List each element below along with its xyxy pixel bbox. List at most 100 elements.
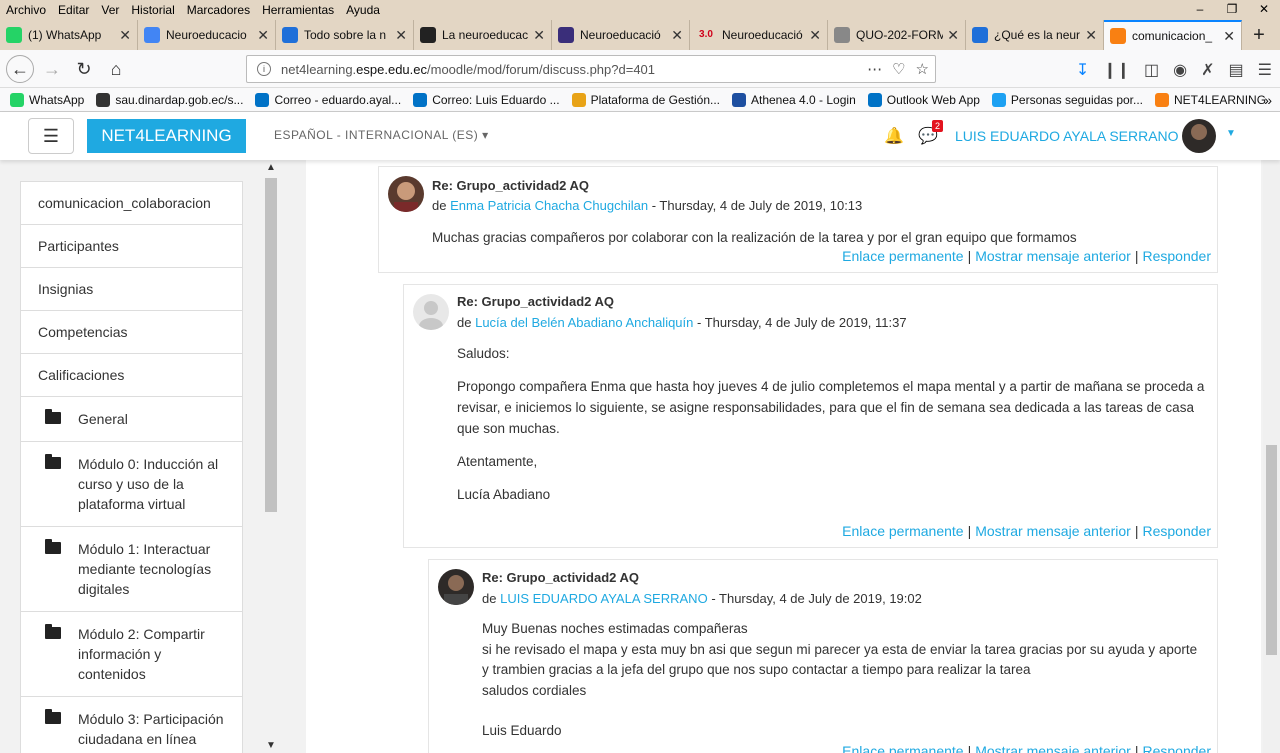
bookmark-item[interactable]: Personas seguidas por... (991, 92, 1143, 107)
page-scrollbar[interactable] (1263, 160, 1280, 753)
post-byline: de LUIS EDUARDO AYALA SERRANO - Thursday… (482, 591, 922, 606)
site-info-icon[interactable]: i (257, 62, 271, 76)
account-icon[interactable]: ◉ (1173, 60, 1187, 80)
browser-tab[interactable]: (1) WhatsApp ✕ (0, 20, 138, 50)
pocket-icon[interactable]: ♡ (892, 60, 905, 78)
bookmark-item[interactable]: Plataforma de Gestión... (571, 92, 720, 107)
author-avatar[interactable] (438, 569, 474, 605)
bookmark-item[interactable]: Correo - eduardo.ayal... (255, 92, 401, 107)
close-tab-icon[interactable]: ✕ (1085, 27, 1097, 44)
menu-ayuda[interactable]: Ayuda (340, 3, 386, 17)
close-tab-icon[interactable]: ✕ (119, 27, 131, 44)
permalink-link[interactable]: Enlace permanente (842, 743, 963, 753)
nav-item[interactable]: General (21, 397, 242, 442)
bookmark-item[interactable]: WhatsApp (10, 92, 84, 107)
bookmark-favicon-icon (96, 92, 111, 107)
minimize-button[interactable]: – (1184, 0, 1216, 20)
reply-link[interactable]: Responder (1143, 743, 1212, 753)
nav-item[interactable]: Calificaciones (21, 354, 242, 397)
scroll-down-icon[interactable]: ▼ (266, 740, 276, 751)
author-link[interactable]: Lucía del Belén Abadiano Anchaliquín (475, 315, 693, 330)
nav-item[interactable]: Participantes (21, 225, 242, 268)
messages-icon[interactable]: 💬 2 (918, 120, 944, 146)
home-button[interactable]: ⌂ (102, 55, 130, 83)
author-link[interactable]: LUIS EDUARDO AYALA SERRANO (500, 591, 708, 606)
show-parent-link[interactable]: Mostrar mensaje anterior (975, 523, 1131, 539)
browser-tab[interactable]: Todo sobre la n ✕ (276, 20, 414, 50)
close-tab-icon[interactable]: ✕ (809, 27, 821, 44)
close-tab-icon[interactable]: ✕ (1223, 28, 1235, 45)
back-button[interactable]: ← (6, 54, 34, 83)
author-avatar-default[interactable] (413, 294, 449, 330)
site-brand[interactable]: NET4LEARNING (87, 119, 246, 153)
browser-tab[interactable]: Neuroeducació ✕ (552, 20, 690, 50)
browser-tab[interactable]: comunicacion_ ✕ (1104, 20, 1242, 50)
nav-item[interactable]: Insignias (21, 268, 242, 311)
extension-x-icon[interactable]: ✗ (1201, 60, 1214, 80)
show-parent-link[interactable]: Mostrar mensaje anterior (975, 743, 1131, 753)
close-tab-icon[interactable]: ✕ (947, 27, 959, 44)
nav-item[interactable]: Módulo 1: Interactuar mediante tecnologí… (21, 527, 242, 612)
bookmark-item[interactable]: sau.dinardap.gob.ec/s... (96, 92, 243, 107)
menu-archivo[interactable]: Archivo (0, 3, 52, 17)
forward-button[interactable]: → (38, 55, 66, 83)
close-tab-icon[interactable]: ✕ (671, 27, 683, 44)
drawer-toggle-button[interactable]: ☰ (28, 118, 74, 154)
url-bar[interactable]: i net4learning.espe.edu.ec/moodle/mod/fo… (246, 55, 936, 83)
user-avatar[interactable] (1182, 119, 1216, 153)
nav-item[interactable]: comunicacion_colaboracion (21, 182, 242, 225)
nav-item-label: comunicacion_colaboracion (38, 195, 211, 211)
hamburger-menu-icon[interactable]: ☰ (1258, 60, 1272, 80)
bookmark-star-icon[interactable]: ☆ (916, 60, 929, 78)
close-tab-icon[interactable]: ✕ (533, 27, 545, 44)
more-bookmarks-icon[interactable]: » (1264, 92, 1272, 108)
browser-tab[interactable]: La neuroeducac ✕ (414, 20, 552, 50)
menu-ver[interactable]: Ver (95, 3, 125, 17)
menu-herramientas[interactable]: Herramientas (256, 3, 340, 17)
library-icon[interactable]: ❙❙ (1103, 60, 1130, 80)
tab-label: comunicacion_ (1132, 29, 1213, 43)
bookmark-item[interactable]: Correo: Luis Eduardo ... (413, 92, 560, 107)
menu-marcadores[interactable]: Marcadores (181, 3, 256, 17)
post-byline: de Enma Patricia Chacha Chugchilan - Thu… (432, 198, 862, 213)
reply-link[interactable]: Responder (1143, 248, 1212, 264)
scroll-up-icon[interactable]: ▲ (266, 162, 276, 173)
reader-icon[interactable]: ▤ (1229, 60, 1244, 80)
nav-item[interactable]: Módulo 3: Participación ciudadana en lín… (21, 697, 242, 753)
page-scroll-thumb[interactable] (1266, 445, 1277, 655)
browser-tab[interactable]: ¿Qué es la neur ✕ (966, 20, 1104, 50)
notifications-bell-icon[interactable]: 🔔 (884, 126, 904, 146)
nav-item[interactable]: Módulo 0: Inducción al curso y uso de la… (21, 442, 242, 527)
close-tab-icon[interactable]: ✕ (257, 27, 269, 44)
sidebar-scrollbar[interactable]: ▲ ▼ (262, 160, 280, 753)
nav-item[interactable]: Competencias (21, 311, 242, 354)
language-selector[interactable]: ESPAÑOL - INTERNACIONAL (ES) ▾ (274, 128, 489, 142)
document-icon (834, 27, 850, 43)
author-avatar[interactable] (388, 176, 424, 212)
sidebar-toggle-icon[interactable]: ◫ (1144, 60, 1159, 80)
user-name[interactable]: LUIS EDUARDO AYALA SERRANO (955, 128, 1179, 144)
show-parent-link[interactable]: Mostrar mensaje anterior (975, 248, 1131, 264)
permalink-link[interactable]: Enlace permanente (842, 248, 963, 264)
reply-link[interactable]: Responder (1143, 523, 1212, 539)
restore-button[interactable]: ❐ (1216, 0, 1248, 20)
download-icon[interactable]: ↧ (1076, 60, 1089, 80)
menu-editar[interactable]: Editar (52, 3, 95, 17)
bookmark-item[interactable]: Athenea 4.0 - Login (732, 92, 856, 107)
menu-historial[interactable]: Historial (125, 3, 180, 17)
author-link[interactable]: Enma Patricia Chacha Chugchilan (450, 198, 648, 213)
bookmark-item[interactable]: Outlook Web App (867, 92, 980, 107)
reload-button[interactable]: ↻ (70, 55, 98, 83)
close-window-button[interactable]: ✕ (1248, 0, 1280, 20)
permalink-link[interactable]: Enlace permanente (842, 523, 963, 539)
browser-tab[interactable]: QUO-202-FORM ✕ (828, 20, 966, 50)
nav-item[interactable]: Módulo 2: Compartir información y conten… (21, 612, 242, 697)
browser-tab[interactable]: 3.0 Neuroeducació ✕ (690, 20, 828, 50)
user-menu-caret-icon[interactable]: ▼ (1226, 128, 1236, 139)
browser-tab[interactable]: Neuroeducacio ✕ (138, 20, 276, 50)
new-tab-button[interactable]: + (1244, 20, 1274, 50)
close-tab-icon[interactable]: ✕ (395, 27, 407, 44)
bookmark-item[interactable]: NET4LEARNING (1155, 92, 1266, 107)
page-actions-icon[interactable]: ⋯ (867, 60, 882, 78)
sidebar-scroll-thumb[interactable] (265, 178, 277, 512)
